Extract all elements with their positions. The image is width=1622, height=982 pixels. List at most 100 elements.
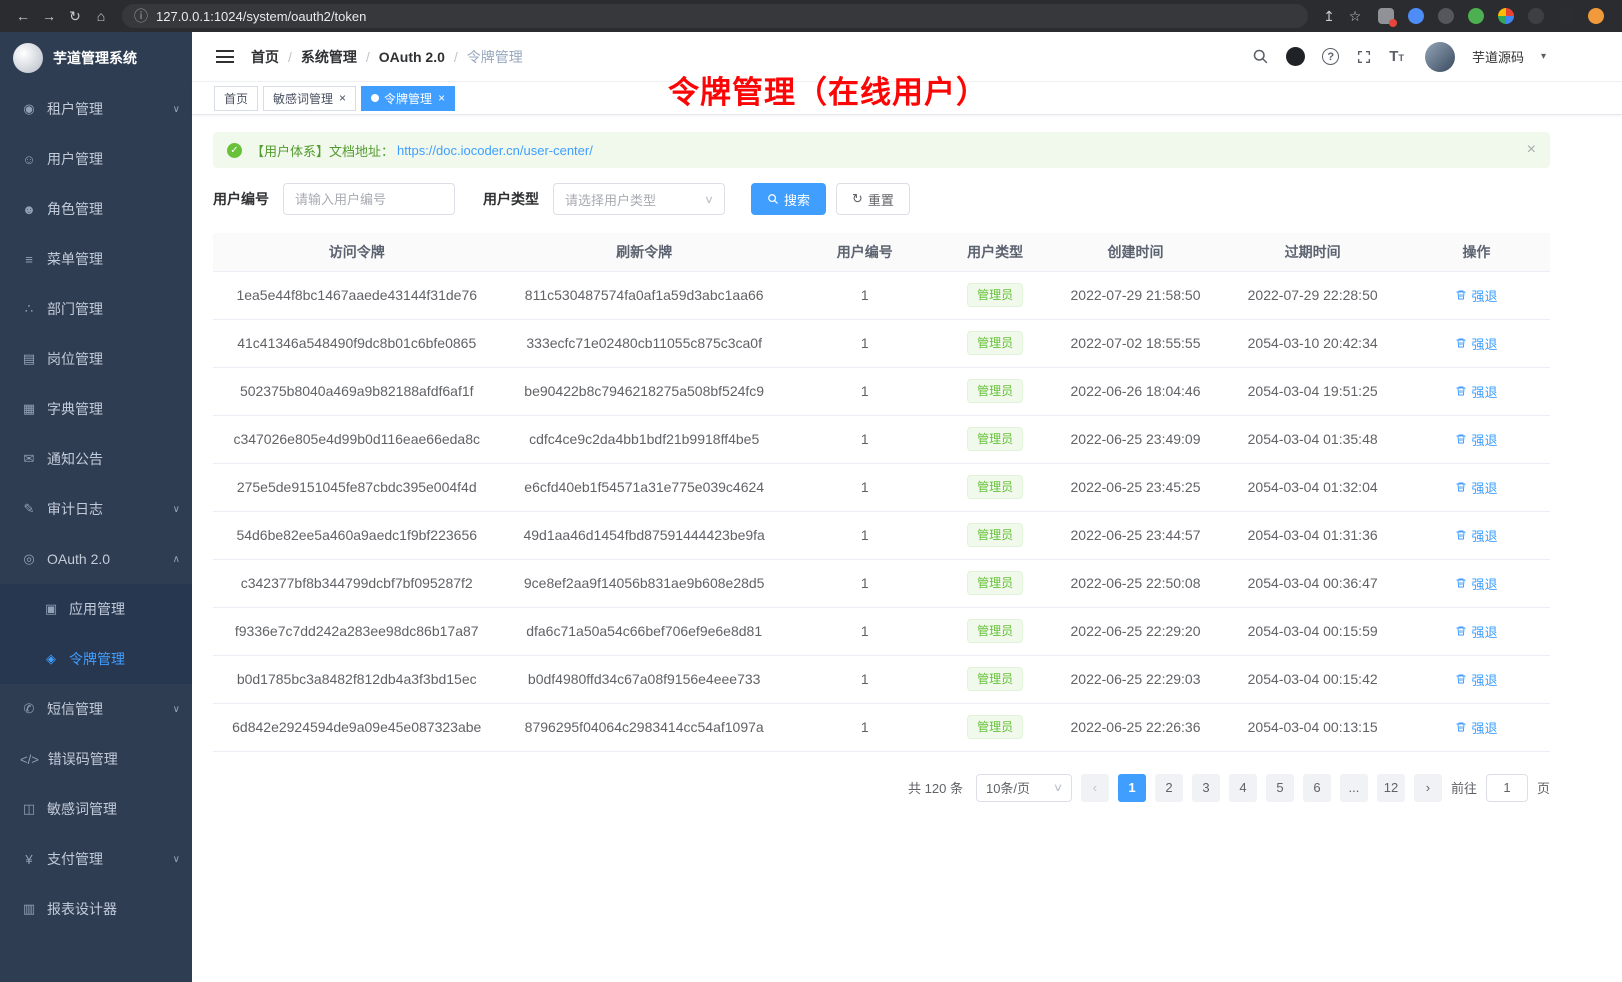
sidebar-item-label: 敏感词管理 [47,799,180,819]
sidebar-item-menu[interactable]: ≡菜单管理 [0,234,192,284]
help-icon[interactable]: ? [1322,48,1339,65]
extension-green-icon[interactable] [1468,8,1484,24]
user-type-select[interactable]: 请选择用户类型 ∨ [553,183,725,215]
site-info-icon[interactable]: ⓘ [134,6,148,26]
browser-home-icon[interactable]: ⌂ [88,8,114,24]
alert-doc-link[interactable]: https://doc.iocoder.cn/user-center/ [397,143,593,158]
force-logout-label: 强退 [1471,430,1497,449]
share-icon[interactable]: ↥ [1316,8,1342,25]
breadcrumb-item[interactable]: 首页 [251,47,279,67]
app-logo[interactable]: 芋道管理系统 [0,32,192,84]
user-name[interactable]: 芋道源码 [1472,47,1524,66]
created-time-cell: 2022-06-25 23:44:57 [1049,511,1223,559]
pagination-more-button[interactable]: ... [1340,774,1368,802]
tag-sensitive-word[interactable]: 敏感词管理× [263,86,356,111]
sidebar-item-post[interactable]: ▤岗位管理 [0,334,192,384]
main-area: 首页/系统管理/OAuth 2.0/令牌管理 ? TT 芋道源码 ▾ 首页敏感词… [192,32,1622,982]
search-icon[interactable] [1252,48,1269,65]
bookmark-star-icon[interactable]: ☆ [1342,8,1368,25]
sidebar-item-errcode[interactable]: </>错误码管理 [0,734,192,784]
sidebar-item-audit[interactable]: ✎审计日志∨ [0,484,192,534]
reset-button[interactable]: ↻ 重置 [836,183,910,215]
page-size-value: 10条/页 [986,778,1030,797]
sidebar-item-report[interactable]: ▥报表设计器 [0,884,192,934]
sidebar-item-notice[interactable]: ✉通知公告 [0,434,192,484]
pagination-page-button[interactable]: 3 [1192,774,1220,802]
extension-dark-icon[interactable] [1438,8,1454,24]
chevron-down-icon: ∨ [1053,781,1063,794]
breadcrumb-item: 令牌管理 [467,47,523,67]
sidebar-item-user[interactable]: ☺用户管理 [0,134,192,184]
force-logout-button[interactable]: 强退 [1455,718,1497,737]
table-row: c347026e805e4d99b0d116eae66eda8ccdfc4ce9… [213,415,1550,463]
user-id-cell: 1 [788,511,942,559]
goto-page-input[interactable] [1486,774,1528,802]
sidebar-item-app[interactable]: ▣应用管理 [0,584,192,634]
fullscreen-icon[interactable] [1356,49,1372,65]
menu-icon: ≡ [20,252,38,267]
force-logout-button[interactable]: 强退 [1455,286,1497,305]
pagination-page-button[interactable]: 1 [1118,774,1146,802]
force-logout-button[interactable]: 强退 [1455,382,1497,401]
search-button-icon [767,193,779,205]
github-icon[interactable] [1286,47,1305,66]
alert-close-icon[interactable]: × [1527,141,1536,159]
sidebar-toggle-icon[interactable] [216,50,234,63]
extension-paw-icon[interactable] [1528,8,1544,24]
tag-close-icon[interactable]: × [438,92,445,104]
extensions-grid-icon[interactable] [1378,8,1394,24]
tag-token[interactable]: 令牌管理 × [361,86,455,111]
pagination-page-button[interactable]: 2 [1155,774,1183,802]
force-logout-button[interactable]: 强退 [1455,670,1497,689]
page-size-select[interactable]: 10条/页 ∨ [976,774,1072,802]
pagination-page-button[interactable]: 4 [1229,774,1257,802]
browser-refresh-icon[interactable]: ↻ [62,8,88,25]
force-logout-button[interactable]: 强退 [1455,574,1497,593]
extension-reader-icon[interactable] [1558,8,1574,24]
sidebar-item-dict[interactable]: ▦字典管理 [0,384,192,434]
reset-icon: ↻ [852,191,863,207]
address-bar[interactable]: ⓘ 127.0.0.1:1024/system/oauth2/token [122,4,1308,28]
search-button[interactable]: 搜索 [751,183,826,215]
user-menu-caret-icon[interactable]: ▾ [1541,51,1546,62]
sidebar-item-label: 短信管理 [47,699,167,719]
browser-forward-icon[interactable]: → [36,8,62,24]
user-id-input[interactable] [283,183,455,215]
sidebar-item-sms[interactable]: ✆短信管理∨ [0,684,192,734]
sidebar-item-label: 应用管理 [69,599,180,619]
pagination-page-button[interactable]: 12 [1377,774,1405,802]
sidebar-item-sensitive[interactable]: ◫敏感词管理 [0,784,192,834]
tag-close-icon[interactable]: × [339,92,346,104]
expire-time-cell: 2054-03-10 20:42:34 [1222,319,1402,367]
browser-profile-avatar[interactable] [1588,8,1604,24]
force-logout-button[interactable]: 强退 [1455,430,1497,449]
force-logout-label: 强退 [1471,718,1497,737]
sidebar-item-pay[interactable]: ¥支付管理∨ [0,834,192,884]
next-page-button[interactable]: › [1414,774,1442,802]
expire-time-cell: 2054-03-04 00:15:42 [1222,655,1402,703]
sidebar-item-tenant[interactable]: ◉租户管理∨ [0,84,192,134]
user-avatar[interactable] [1425,42,1455,72]
tag-home[interactable]: 首页 [214,86,258,111]
breadcrumb-item[interactable]: OAuth 2.0 [379,49,445,65]
refresh-token-cell: 811c530487574fa0af1a59d3abc1aa66 [500,271,787,319]
sidebar-item-token[interactable]: ◈令牌管理 [0,634,192,684]
force-logout-button[interactable]: 强退 [1455,622,1497,641]
user-type-label: 用户类型 [483,189,539,209]
browser-back-icon[interactable]: ← [10,8,36,24]
prev-page-button[interactable]: ‹ [1081,774,1109,802]
extension-blue-icon[interactable] [1408,8,1424,24]
force-logout-button[interactable]: 强退 [1455,478,1497,497]
sidebar-item-role[interactable]: ☻角色管理 [0,184,192,234]
delete-icon [1455,481,1467,493]
sidebar-item-dept[interactable]: ∴部门管理 [0,284,192,334]
breadcrumb-item[interactable]: 系统管理 [301,47,357,67]
font-size-icon[interactable]: TT [1389,48,1404,65]
extension-pinwheel-icon[interactable] [1498,8,1514,24]
pagination-page-button[interactable]: 6 [1303,774,1331,802]
pagination-page-button[interactable]: 5 [1266,774,1294,802]
tag-label: 令牌管理 [384,90,432,107]
force-logout-button[interactable]: 强退 [1455,334,1497,353]
sidebar-item-oauth[interactable]: ◎OAuth 2.0∧ [0,534,192,584]
force-logout-button[interactable]: 强退 [1455,526,1497,545]
